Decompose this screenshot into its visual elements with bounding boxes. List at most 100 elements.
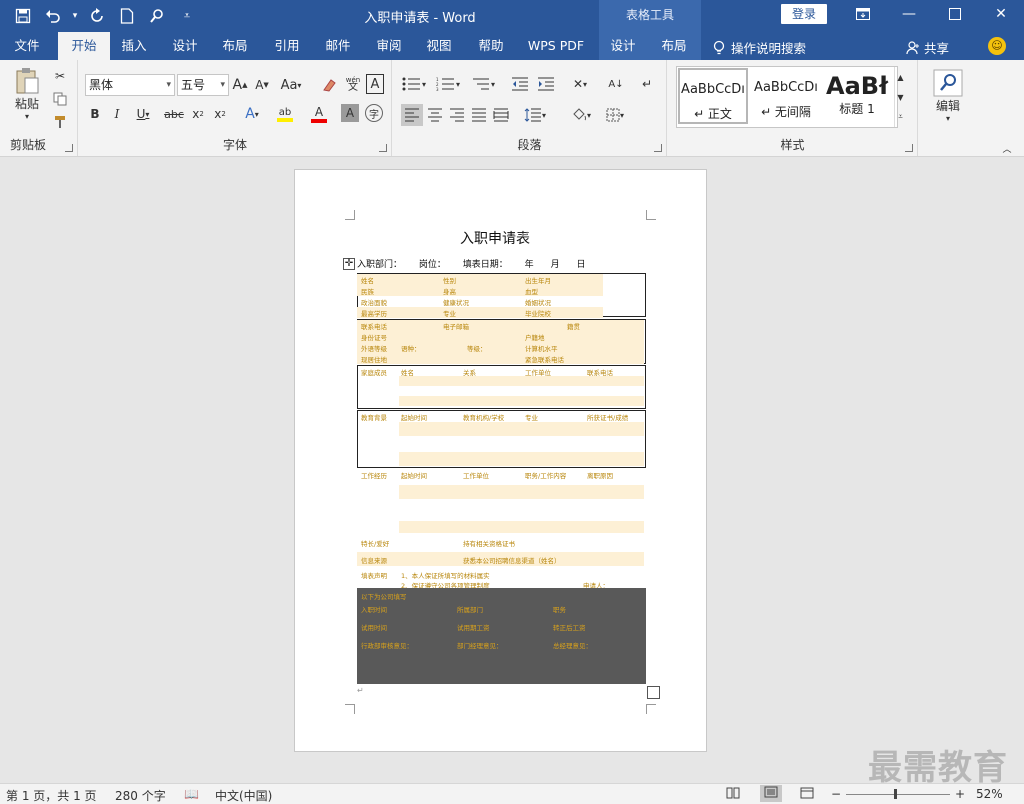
save-icon[interactable] xyxy=(10,4,36,28)
subscript-icon[interactable]: x2 xyxy=(189,104,207,124)
multilevel-list-icon[interactable]: ▾ xyxy=(467,74,499,94)
new-document-icon[interactable] xyxy=(114,4,140,28)
show-marks-icon[interactable]: ↵ xyxy=(637,74,657,94)
login-button[interactable]: 登录 xyxy=(781,4,827,24)
document-page[interactable]: 入职申请表 ↵ ✛ 入职部门： 岗位： 填表日期： 年 月 日 姓名 性别 出生… xyxy=(294,169,707,752)
search-icon[interactable] xyxy=(144,4,170,28)
print-layout-icon[interactable] xyxy=(760,785,782,802)
tab-table-layout[interactable]: 布局 xyxy=(654,32,694,60)
styles-scroll-down-icon[interactable]: ▼ xyxy=(894,87,906,107)
tab-help[interactable]: 帮助 xyxy=(472,32,510,60)
table-move-handle-icon[interactable]: ✛ xyxy=(343,258,355,270)
font-launcher-icon[interactable] xyxy=(379,144,387,152)
zoom-in-icon[interactable]: + xyxy=(955,787,965,801)
superscript-icon[interactable]: x2 xyxy=(211,104,229,124)
distributed-icon[interactable] xyxy=(491,104,511,126)
styles-launcher-icon[interactable] xyxy=(905,144,913,152)
format-painter-icon[interactable] xyxy=(50,112,70,132)
paragraph-launcher-icon[interactable] xyxy=(654,144,662,152)
italic-icon[interactable]: I xyxy=(109,104,125,124)
style-normal[interactable]: AaBbCcDı ↵ 正文 xyxy=(678,68,748,124)
table-resize-handle-icon[interactable] xyxy=(647,686,660,699)
grow-font-icon[interactable]: A ▲ xyxy=(231,74,249,96)
align-center-icon[interactable] xyxy=(425,104,445,126)
text-effects-icon[interactable]: A ▾ xyxy=(239,104,265,124)
tab-file[interactable]: 文件 xyxy=(0,32,54,60)
tab-wps-pdf[interactable]: WPS PDF xyxy=(522,32,590,60)
tab-design[interactable]: 设计 xyxy=(166,32,204,60)
borders-icon[interactable]: ▾ xyxy=(599,104,631,126)
undo-dropdown-icon[interactable]: ▾ xyxy=(70,4,80,28)
zoom-slider[interactable] xyxy=(846,794,950,795)
proofing-icon[interactable]: 📖 xyxy=(184,787,199,801)
line-spacing-icon[interactable]: ▾ xyxy=(519,104,551,126)
copy-icon[interactable] xyxy=(50,89,70,109)
increase-indent-icon[interactable] xyxy=(535,74,557,94)
character-shading-icon[interactable]: A xyxy=(341,104,359,122)
tab-references[interactable]: 引用 xyxy=(268,32,306,60)
underline-icon[interactable]: U ▾ xyxy=(131,104,155,124)
align-right-icon[interactable] xyxy=(447,104,467,126)
maximize-icon[interactable] xyxy=(932,0,978,28)
sort-icon[interactable]: A↓ xyxy=(605,74,627,94)
change-case-button[interactable]: Aa ▾ xyxy=(277,74,305,96)
enclose-characters-icon[interactable]: 字 xyxy=(365,104,383,122)
tab-view[interactable]: 视图 xyxy=(420,32,458,60)
highlight-icon[interactable]: ab xyxy=(271,104,299,124)
strikethrough-icon[interactable]: abc xyxy=(163,104,185,124)
cut-icon[interactable]: ✂ xyxy=(50,66,70,86)
redo-icon[interactable] xyxy=(84,4,110,28)
shrink-font-icon[interactable]: A ▼ xyxy=(253,74,271,96)
zoom-out-icon[interactable]: − xyxy=(831,787,841,801)
ribbon-display-options-icon[interactable] xyxy=(840,0,886,28)
title-bar: ▾ ⩡ 入职申请表 - Word 表格工具 登录 — ✕ xyxy=(0,0,1024,32)
bold-icon[interactable]: B xyxy=(87,104,103,124)
minimize-icon[interactable]: — xyxy=(886,0,932,28)
align-left-icon[interactable] xyxy=(401,104,423,126)
feedback-smiley-icon[interactable]: ☺ xyxy=(988,37,1006,55)
tab-mailings[interactable]: 邮件 xyxy=(319,32,357,60)
clear-formatting-icon[interactable] xyxy=(319,74,339,96)
phonetic-guide-button[interactable]: wén 文 xyxy=(343,72,363,96)
font-size-combo[interactable]: 五号 ▾ xyxy=(177,74,229,96)
form-cell: 民族 xyxy=(361,288,374,296)
close-icon[interactable]: ✕ xyxy=(978,0,1024,28)
tab-home[interactable]: 开始 xyxy=(58,32,110,60)
bullets-icon[interactable]: ▾ xyxy=(399,74,429,94)
styles-more-icon[interactable]: ⩡ xyxy=(894,107,906,127)
style-no-spacing[interactable]: AaBbCcDı ↵ 无间隔 xyxy=(751,68,821,124)
chinese-layout-icon[interactable]: ✕ ▾ xyxy=(565,74,595,94)
customize-qat-icon[interactable]: ⩡ xyxy=(174,4,200,28)
numbering-icon[interactable]: 1 2 3 ▾ xyxy=(433,74,463,94)
font-color-icon[interactable]: A xyxy=(305,104,333,124)
language-indicator[interactable]: 中文(中国) xyxy=(215,787,272,804)
zoom-level[interactable]: 52% xyxy=(976,787,1003,801)
zoom-slider-thumb[interactable] xyxy=(894,789,897,799)
form-cell: 特长/爱好 xyxy=(361,540,390,548)
form-row: 现居住地 紧急联系电话 xyxy=(357,353,644,364)
web-layout-icon[interactable] xyxy=(800,787,814,802)
decrease-indent-icon[interactable] xyxy=(509,74,531,94)
tab-review[interactable]: 审阅 xyxy=(370,32,408,60)
character-border-icon[interactable]: A xyxy=(366,74,384,94)
font-family-combo[interactable]: 黑体 ▾ xyxy=(85,74,175,96)
page-count[interactable]: 第 1 页，共 1 页 xyxy=(6,787,97,804)
tell-me-search[interactable]: 操作说明搜索 xyxy=(713,38,806,57)
styles-scroll-up-icon[interactable]: ▲ xyxy=(894,67,906,87)
undo-icon[interactable] xyxy=(40,4,66,28)
justify-icon[interactable] xyxy=(469,104,489,126)
read-mode-icon[interactable] xyxy=(726,787,740,802)
clipboard-launcher-icon[interactable] xyxy=(65,144,73,152)
collapse-ribbon-icon[interactable]: ︿ xyxy=(1000,142,1014,155)
share-button[interactable]: 共享 xyxy=(906,38,949,57)
tab-table-design[interactable]: 设计 xyxy=(604,32,642,60)
paste-button[interactable]: 粘贴 ▾ xyxy=(8,66,46,122)
tab-layout[interactable]: 布局 xyxy=(216,32,254,60)
style-heading-1[interactable]: AaBł 标题 1 xyxy=(824,68,890,124)
crop-mark-tl xyxy=(345,210,355,220)
form-row: 工作经历 起始时间 工作单位 职务/工作内容 离职原因 xyxy=(357,469,644,480)
editing-button[interactable]: 编辑 ▾ xyxy=(930,66,966,126)
tab-insert[interactable]: 插入 xyxy=(113,32,155,60)
shading-icon[interactable]: ▾ xyxy=(565,104,597,126)
word-count[interactable]: 280 个字 xyxy=(115,787,166,804)
